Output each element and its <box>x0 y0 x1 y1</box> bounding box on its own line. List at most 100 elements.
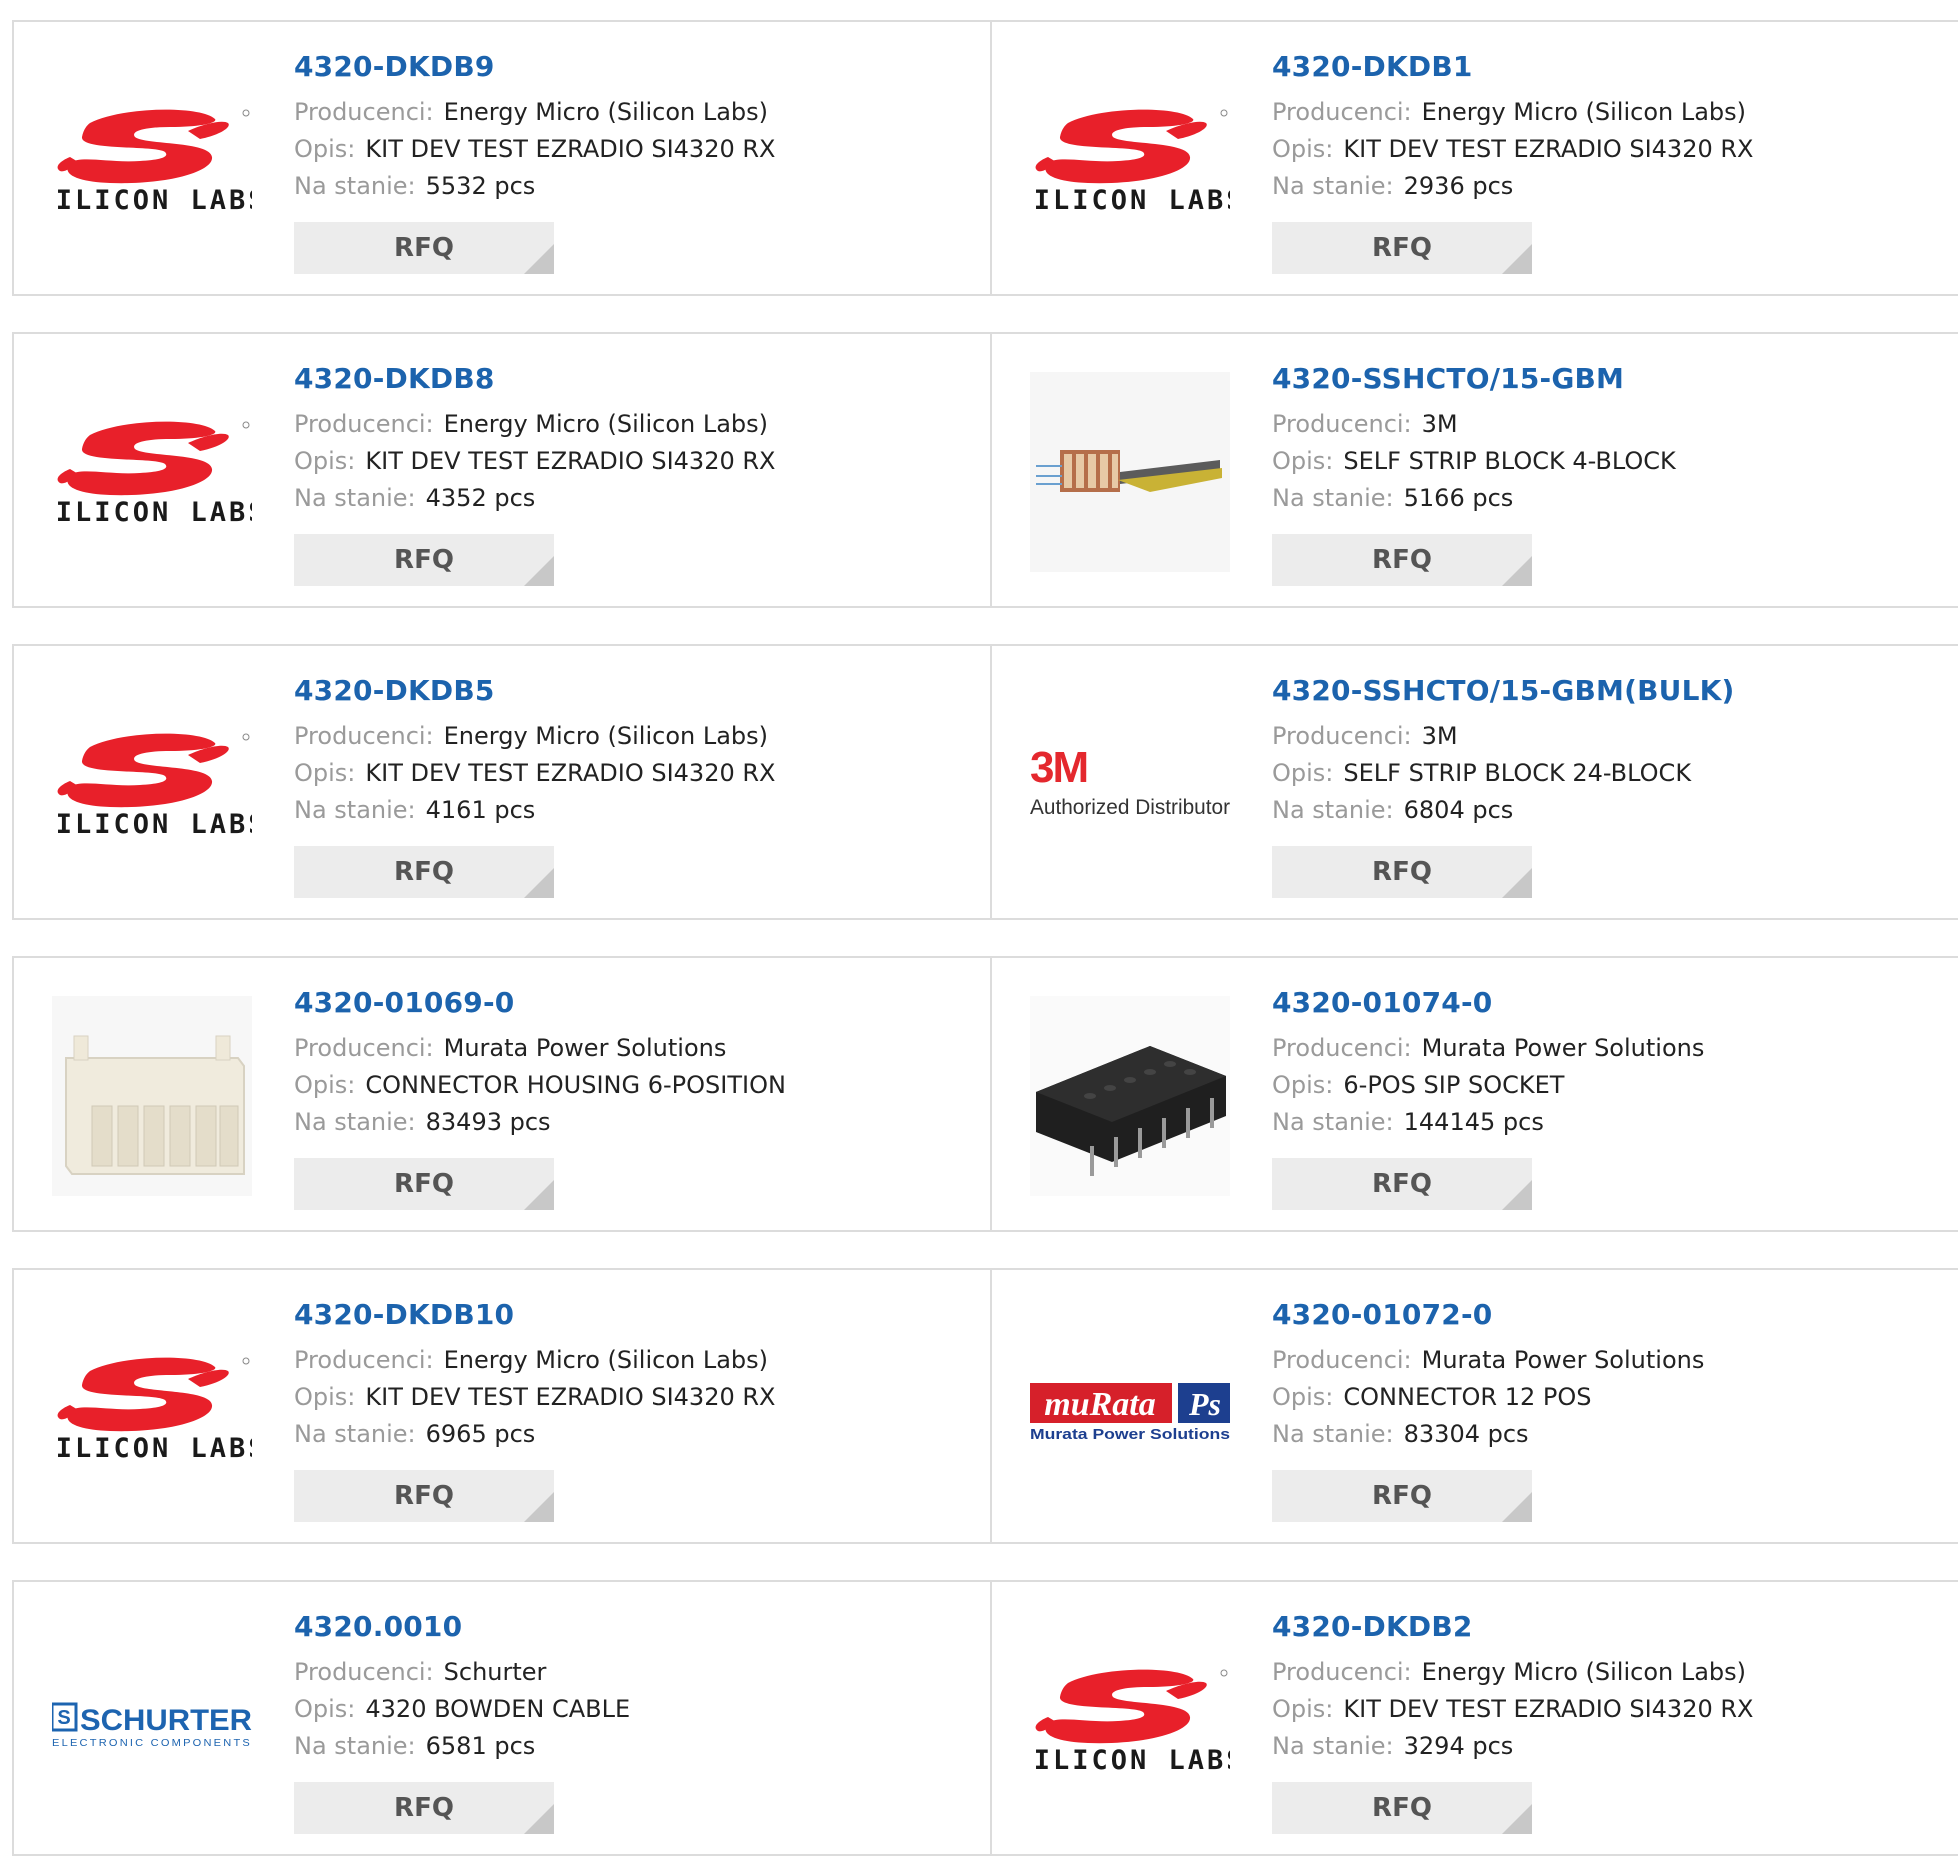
part-number-link[interactable]: 4320-DKDB1 <box>1272 50 1958 84</box>
rfq-button[interactable]: RFQ <box>294 534 554 586</box>
part-number-link[interactable]: 4320-01074-0 <box>1272 986 1958 1020</box>
stock-value: 144145 pcs <box>1403 1108 1544 1136</box>
product-image[interactable]: SILICON LABS <box>52 1308 252 1508</box>
svg-text:SILICON LABS: SILICON LABS <box>52 809 252 839</box>
description-row: Opis: KIT DEV TEST EZRADIO SI4320 RX <box>294 755 970 792</box>
manufacturer-label: Producenci: <box>1272 722 1412 750</box>
part-number-link[interactable]: 4320-DKDB10 <box>294 1298 970 1332</box>
svg-text:SILICON LABS: SILICON LABS <box>1030 185 1230 215</box>
stock-label: Na stanie: <box>1272 1732 1394 1760</box>
product-image[interactable] <box>1030 996 1230 1196</box>
rfq-button-label: RFQ <box>394 1793 454 1823</box>
manufacturer-row: Producenci: Murata Power Solutions <box>294 1030 970 1067</box>
part-number-link[interactable]: 4320-SSHCTO/15-GBM(BULK) <box>1272 674 1958 708</box>
svg-text:ELECTRONIC COMPONENTS: ELECTRONIC COMPONENTS <box>52 1738 252 1749</box>
silicon-labs-logo: SILICON LABS <box>1030 1665 1230 1775</box>
stock-label: Na stanie: <box>1272 1420 1394 1448</box>
rfq-button-label: RFQ <box>394 233 454 263</box>
stock-label: Na stanie: <box>294 1420 416 1448</box>
rfq-button-label: RFQ <box>1372 545 1432 575</box>
product-image[interactable]: SILICON LABS <box>52 60 252 260</box>
corner-triangle-icon <box>1502 868 1532 898</box>
product-info: 4320.0010 Producenci: Schurter Opis: 4320 … <box>294 1610 970 1765</box>
product-image[interactable]: SILICON LABS <box>52 372 252 572</box>
rfq-button[interactable]: RFQ <box>1272 1470 1532 1522</box>
rfq-button[interactable]: RFQ <box>1272 534 1532 586</box>
product-image[interactable] <box>1030 372 1230 572</box>
rfq-button[interactable]: RFQ <box>294 222 554 274</box>
stock-row: Na stanie: 6804 pcs <box>1272 792 1958 829</box>
product-info: 4320-01074-0 Producenci: Murata Power Sol… <box>1272 986 1958 1141</box>
rfq-button[interactable]: RFQ <box>294 1470 554 1522</box>
rfq-button[interactable]: RFQ <box>294 1158 554 1210</box>
part-number-link[interactable]: 4320-01072-0 <box>1272 1298 1958 1332</box>
silicon-labs-logo: SILICON LABS <box>52 729 252 839</box>
description-value: 6-POS SIP SOCKET <box>1343 1071 1565 1099</box>
rfq-button[interactable]: RFQ <box>294 846 554 898</box>
part-number-link[interactable]: 4320-DKDB9 <box>294 50 970 84</box>
product-card: 4320-SSHCTO/15-GBM Producenci: 3M Opis: SE… <box>990 332 1958 608</box>
corner-triangle-icon <box>524 556 554 586</box>
silicon-labs-logo: SILICON LABS <box>52 417 252 527</box>
manufacturer-value: 3M <box>1421 410 1458 438</box>
stock-value: 83493 pcs <box>425 1108 551 1136</box>
part-number-link[interactable]: 4320.0010 <box>294 1610 970 1644</box>
stock-row: Na stanie: 6581 pcs <box>294 1728 970 1765</box>
manufacturer-row: Producenci: Energy Micro (Silicon Labs) <box>1272 94 1958 131</box>
stock-label: Na stanie: <box>294 1732 416 1760</box>
product-image[interactable]: S SCHURTER ELECTRONIC COMPONENTS <box>52 1620 252 1820</box>
description-row: Opis: KIT DEV TEST EZRADIO SI4320 RX <box>294 443 970 480</box>
rfq-button[interactable]: RFQ <box>1272 846 1532 898</box>
rfq-button[interactable]: RFQ <box>1272 1158 1532 1210</box>
product-card: SILICON LABS 4320-DKDB1 Producenci: Energ… <box>990 20 1958 296</box>
connector-housing-photo <box>52 996 252 1196</box>
description-row: Opis: SELF STRIP BLOCK 4-BLOCK <box>1272 443 1958 480</box>
manufacturer-label: Producenci: <box>1272 1658 1412 1686</box>
description-value: KIT DEV TEST EZRADIO SI4320 RX <box>365 759 776 787</box>
manufacturer-value: Energy Micro (Silicon Labs) <box>1421 1658 1747 1686</box>
description-value: 4320 BOWDEN CABLE <box>365 1695 631 1723</box>
manufacturer-label: Producenci: <box>294 722 434 750</box>
part-number-link[interactable]: 4320-DKDB2 <box>1272 1610 1958 1644</box>
manufacturer-value: Energy Micro (Silicon Labs) <box>443 98 769 126</box>
part-number-link[interactable]: 4320-DKDB8 <box>294 362 970 396</box>
description-label: Opis: <box>294 135 356 163</box>
manufacturer-label: Producenci: <box>1272 1034 1412 1062</box>
corner-triangle-icon <box>1502 1180 1532 1210</box>
corner-triangle-icon <box>1502 244 1532 274</box>
rfq-button-label: RFQ <box>394 857 454 887</box>
rfq-button-label: RFQ <box>1372 1481 1432 1511</box>
product-image[interactable]: SILICON LABS <box>1030 1620 1230 1820</box>
product-image[interactable]: muRata Ps Murata Power Solutions <box>1030 1308 1230 1508</box>
part-number-link[interactable]: 4320-01069-0 <box>294 986 970 1020</box>
product-image[interactable]: 3M Authorized Distributor <box>1030 684 1230 884</box>
rfq-button-label: RFQ <box>1372 1793 1432 1823</box>
corner-triangle-icon <box>1502 1492 1532 1522</box>
stock-value: 6965 pcs <box>425 1420 536 1448</box>
silicon-labs-logo: SILICON LABS <box>1030 105 1230 215</box>
description-value: KIT DEV TEST EZRADIO SI4320 RX <box>365 135 776 163</box>
product-image[interactable]: SILICON LABS <box>52 684 252 884</box>
product-image[interactable] <box>52 996 252 1196</box>
stock-row: Na stanie: 4161 pcs <box>294 792 970 829</box>
manufacturer-label: Producenci: <box>294 1346 434 1374</box>
rfq-button-label: RFQ <box>394 1169 454 1199</box>
part-number-link[interactable]: 4320-DKDB5 <box>294 674 970 708</box>
manufacturer-row: Producenci: Energy Micro (Silicon Labs) <box>294 1342 970 1379</box>
rfq-button[interactable]: RFQ <box>1272 222 1532 274</box>
manufacturer-value: Murata Power Solutions <box>1421 1034 1705 1062</box>
manufacturer-value: Energy Micro (Silicon Labs) <box>443 1346 769 1374</box>
description-row: Opis: 4320 BOWDEN CABLE <box>294 1691 970 1728</box>
manufacturer-label: Producenci: <box>294 410 434 438</box>
rfq-button-label: RFQ <box>394 1481 454 1511</box>
description-row: Opis: KIT DEV TEST EZRADIO SI4320 RX <box>1272 131 1958 168</box>
description-row: Opis: KIT DEV TEST EZRADIO SI4320 RX <box>294 1379 970 1416</box>
stock-label: Na stanie: <box>294 1108 416 1136</box>
description-label: Opis: <box>1272 135 1334 163</box>
product-image[interactable]: SILICON LABS <box>1030 60 1230 260</box>
part-number-link[interactable]: 4320-SSHCTO/15-GBM <box>1272 362 1958 396</box>
manufacturer-value: Schurter <box>443 1658 547 1686</box>
rfq-button[interactable]: RFQ <box>294 1782 554 1834</box>
rfq-button[interactable]: RFQ <box>1272 1782 1532 1834</box>
product-card: SILICON LABS 4320-DKDB8 Producenci: Energ… <box>12 332 992 608</box>
